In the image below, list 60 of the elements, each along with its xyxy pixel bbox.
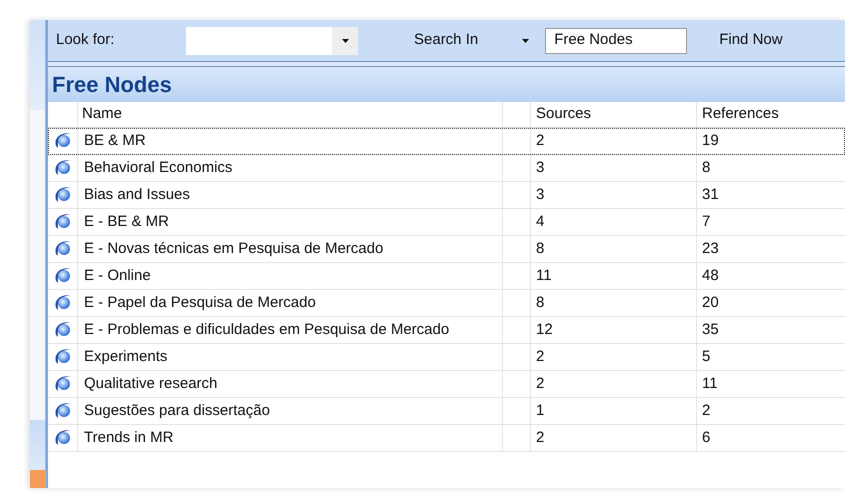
column-header[interactable]: References (697, 102, 845, 127)
table-cell-text: 7 (701, 212, 712, 232)
table-row[interactable]: E - BE & MR 4 7 (48, 209, 845, 236)
table-row[interactable]: Sugestões para dissertação 1 2 (48, 398, 845, 425)
table-cell-text: 6 (701, 428, 712, 448)
table-cell: Trends in MR (78, 425, 503, 451)
sidebar-button[interactable] (30, 420, 45, 488)
table-cell: Experiments (78, 344, 503, 370)
look-for-field[interactable] (186, 26, 358, 54)
table-cell: Sugestões para dissertação (78, 398, 503, 424)
table-row[interactable]: Experiments 2 5 (48, 344, 845, 371)
table-row[interactable]: E - Papel da Pesquisa de Mercado 8 20 (48, 290, 845, 317)
find-now-button[interactable]: Find Now (719, 29, 783, 52)
table-cell-text: 8 (701, 158, 712, 178)
table-cell: 2 (531, 344, 697, 370)
search-in-field[interactable]: Free Nodes (545, 28, 688, 54)
column-header[interactable]: Name (78, 102, 503, 127)
table-cell: 2 (531, 128, 697, 154)
table-cell: E - Papel da Pesquisa de Mercado (78, 290, 503, 316)
table-cell-text: 20 (701, 292, 720, 313)
table-cell: 3 (531, 155, 697, 181)
table-cell-text: 31 (701, 184, 720, 205)
table-cell-text: 2 (701, 400, 712, 421)
table-cell: 2 (531, 371, 697, 397)
table-cell: Behavioral Economics (78, 155, 503, 181)
table-cell: 3 (531, 182, 697, 208)
table-cell: 2 (531, 425, 697, 451)
search-in-button[interactable]: Search In (414, 29, 478, 52)
table-cell: 1 (531, 398, 697, 424)
table-cell-text: 19 (701, 130, 720, 151)
table-row[interactable]: Qualitative research 2 11 (48, 371, 845, 398)
table-cell: 11 (531, 263, 697, 289)
table-row[interactable]: E - Novas técnicas em Pesquisa de Mercado 8 23 (48, 236, 845, 263)
table-cell: 8 (531, 236, 697, 262)
table-cell-text: 5 (701, 346, 712, 367)
table-cell: E - Novas técnicas em Pesquisa de Mercado (78, 236, 503, 262)
table-cell: 8 (531, 290, 697, 316)
table-cell: E - BE & MR (78, 209, 503, 235)
table-cell: E - Online (78, 263, 503, 289)
table-cell-text: 11 (701, 374, 719, 394)
table-cell-text: 35 (701, 320, 720, 340)
table-cell: Qualitative research (78, 371, 503, 397)
table-row[interactable]: BE & MR 2 19 (48, 128, 845, 155)
table-row[interactable]: E - Problemas e dificuldades em Pesquisa de Mercado 12 35 (48, 317, 845, 344)
look-for-label: Look for: (56, 30, 116, 50)
table-row[interactable]: Trends in MR 2 6 (48, 425, 845, 452)
table-cell: BE & MR (78, 128, 503, 154)
panel-title: Free Nodes (52, 71, 172, 99)
table-row[interactable]: Bias and Issues 3 31 (48, 182, 845, 209)
column-header[interactable]: Sources (531, 102, 697, 127)
table-cell: 12 (531, 317, 697, 343)
dropdown-arrow-icon[interactable] (522, 38, 530, 42)
table-row[interactable]: E - Online 11 48 (48, 263, 845, 290)
table-cell: Bias and Issues (78, 182, 503, 208)
table-row[interactable]: Behavioral Economics 3 8 (48, 155, 845, 182)
table-cell-text: 48 (701, 266, 720, 286)
table-cell: E - Problemas e dificuldades em Pesquisa de Mercado (78, 317, 503, 343)
table-cell: 4 (531, 209, 697, 235)
table-cell-text: 23 (701, 238, 720, 259)
dropdown-arrow-icon (342, 38, 348, 42)
